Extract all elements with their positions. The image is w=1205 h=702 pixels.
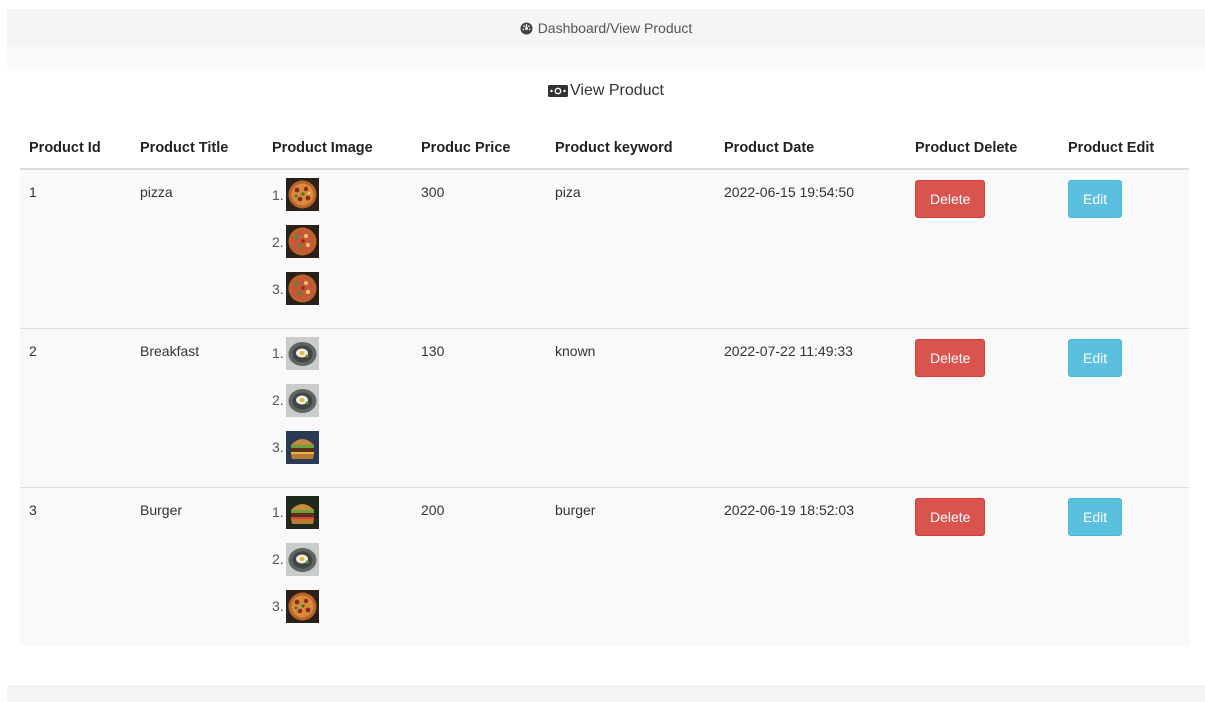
product-date: 2022-07-22 11:49:33 — [715, 327, 906, 487]
image-number: 1. — [272, 504, 284, 520]
footer-bar — [7, 685, 1205, 702]
panel-heading-strip — [7, 47, 1205, 69]
edit-button[interactable]: Edit — [1068, 338, 1123, 377]
product-id: 1 — [29, 184, 37, 200]
edit-button[interactable]: Edit — [1068, 497, 1123, 536]
product-keyword: piza — [555, 184, 581, 200]
image-number: 2. — [272, 392, 284, 408]
image-number: 2. — [272, 551, 284, 567]
product-price: 130 — [412, 327, 546, 487]
header-product-title: Product Title — [131, 128, 263, 170]
image-list-item: 1. — [272, 495, 403, 530]
breadcrumb: Dashboard/View Product — [7, 9, 1205, 47]
product-images: 1. 2. 3. — [263, 327, 412, 487]
header-product-id: Product Id — [20, 128, 131, 170]
plate-thumbnail — [285, 336, 319, 370]
product-images: 1. 2. 3. — [263, 169, 412, 328]
image-number: 2. — [272, 233, 284, 250]
burger-thumbnail — [285, 495, 319, 529]
product-price: 200 — [412, 486, 546, 646]
pizza-thumbnail — [285, 589, 319, 623]
plate-thumbnail — [285, 542, 319, 576]
product-date: 2022-06-15 19:54:50 — [724, 184, 854, 200]
header-product-keyword: Product keyword — [546, 128, 715, 170]
image-number: 1. — [272, 345, 284, 361]
table-row: 3 Burger 1. 2. 3. 200 burger 2022-06-19 … — [20, 486, 1189, 646]
product-title: Breakfast — [131, 327, 263, 487]
product-delete-cell: Delete — [906, 327, 1059, 487]
product-title: pizza — [140, 184, 173, 200]
pizza-thumbnail — [285, 272, 319, 305]
products-table: Product Id Product Title Product Image P… — [20, 128, 1189, 646]
product-keyword: burger — [546, 486, 715, 646]
pizza-thumbnail — [285, 178, 319, 211]
image-list-item: 3. — [272, 271, 403, 306]
header-product-delete: Product Delete — [906, 128, 1059, 170]
product-keyword: known — [546, 327, 715, 487]
image-list-item: 1. — [272, 336, 403, 371]
product-title: Burger — [131, 486, 263, 646]
table-header-row: Product Id Product Title Product Image P… — [20, 128, 1189, 170]
product-id: 2 — [20, 327, 131, 487]
image-number: 3. — [272, 598, 284, 614]
header-product-edit: Product Edit — [1059, 128, 1189, 170]
image-list-item: 3. — [272, 430, 403, 465]
product-delete-cell: Delete — [906, 169, 1059, 328]
image-list-item: 1. — [272, 177, 403, 212]
product-price: 300 — [421, 184, 445, 200]
table-row: 2 Breakfast 1. 2. 3. 130 known 2022-07-2… — [20, 327, 1189, 487]
panel-title-text: View Product — [570, 82, 664, 99]
pizza-thumbnail — [285, 225, 319, 258]
product-date: 2022-06-19 18:52:03 — [715, 486, 906, 646]
product-delete-cell: Delete — [906, 486, 1059, 646]
product-images: 1. 2. 3. — [263, 486, 412, 646]
product-edit-cell: Edit — [1059, 327, 1189, 487]
image-list-item: 3. — [272, 589, 403, 624]
delete-button[interactable]: Delete — [915, 338, 986, 377]
panel-title: View Product — [7, 78, 1205, 104]
image-list-item: 2. — [272, 383, 403, 418]
image-list-item: 2. — [272, 224, 403, 259]
table-row: 1 pizza 1. 2. 3. 300 piza 2022-06-15 19:… — [20, 169, 1189, 328]
breadcrumb-text: Dashboard/View Product — [537, 20, 693, 36]
money-icon — [548, 85, 568, 97]
plate-thumbnail — [285, 383, 319, 417]
image-number: 3. — [272, 439, 284, 455]
image-number: 1. — [272, 186, 284, 203]
product-id: 3 — [20, 486, 131, 646]
edit-button[interactable]: Edit — [1068, 180, 1123, 218]
header-product-price: Produc Price — [412, 128, 546, 170]
delete-button[interactable]: Delete — [915, 180, 986, 218]
product-edit-cell: Edit — [1059, 486, 1189, 646]
delete-button[interactable]: Delete — [915, 497, 986, 536]
burger-thumbnail — [285, 430, 319, 464]
header-product-image: Product Image — [263, 128, 412, 170]
image-number: 3. — [272, 280, 284, 297]
product-edit-cell: Edit — [1059, 169, 1189, 328]
dashboard-icon — [520, 21, 533, 35]
image-list-item: 2. — [272, 542, 403, 577]
header-product-date: Product Date — [715, 128, 906, 170]
